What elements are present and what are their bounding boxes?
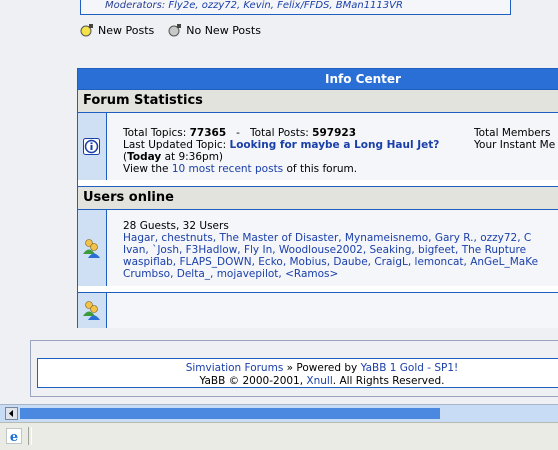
total-posts-value: 597923 xyxy=(312,127,357,139)
new-posts-icon xyxy=(80,24,93,37)
page-footer: Simviation Forums » Powered by YaBB 1 Go… xyxy=(37,358,558,388)
empty-icon-cell xyxy=(78,292,107,328)
no-new-posts-icon xyxy=(168,24,182,37)
stats-totals: Total Topics: 77365 - Total Posts: 59792… xyxy=(123,127,357,139)
recent-posts-row: View the 10 most recent posts of this fo… xyxy=(123,163,358,175)
users-online-heading: Users online xyxy=(78,186,558,209)
users-online-content: 28 Guests, 32 Users Hagar, chestnuts, Th… xyxy=(107,209,558,286)
users-online-summary: 28 Guests, 32 Users xyxy=(123,220,229,232)
users-online-icon xyxy=(83,239,100,258)
online-users-line-1[interactable]: Hagar, chestnuts, The Master of Disaster… xyxy=(123,232,531,244)
total-members-label: Total Members xyxy=(474,127,551,139)
scrollbar-thumb[interactable] xyxy=(20,408,440,419)
scroll-left-button[interactable] xyxy=(5,407,18,420)
moderators-bar: Moderators: Fly2e, ozzy72, Kevin, Felix/… xyxy=(80,0,511,15)
online-users-line-3[interactable]: waspiflab, FLAPS_DOWN, Ecko, Mobius, Dau… xyxy=(123,256,538,268)
forum-statistics-heading: Forum Statistics xyxy=(78,89,558,112)
online-users-line-2[interactable]: Ivan, `Josh, F3Hadlow, Fly In, Woodlouse… xyxy=(123,244,526,256)
last-updated-topic-link[interactable]: Looking for maybe a Long Haul Jet? xyxy=(230,139,440,151)
total-topics-value: 77365 xyxy=(189,127,227,139)
recent-posts-link[interactable]: 10 most recent posts xyxy=(172,163,283,175)
forum-statistics-content: Total Topics: 77365 - Total Posts: 59792… xyxy=(107,112,558,180)
status-separator xyxy=(28,427,32,445)
horizontal-scrollbar[interactable] xyxy=(0,404,558,422)
moderators-label: Moderators: xyxy=(105,0,166,11)
info-icon xyxy=(83,138,100,155)
stats-icon-cell xyxy=(78,112,107,180)
yabb-link[interactable]: YaBB 1 Gold - SP1! xyxy=(361,362,459,374)
post-legend: New Posts No New Posts xyxy=(80,22,261,40)
users-online-icon xyxy=(83,301,100,320)
instant-messages-label: Your Instant Me xyxy=(474,139,556,151)
info-center-title: Info Center xyxy=(78,69,558,89)
new-posts-label: New Posts xyxy=(98,24,155,37)
status-bar: e xyxy=(0,422,558,450)
arrow-left-icon xyxy=(9,410,13,417)
last-updated-time: (Today at 9:36pm) xyxy=(123,151,224,163)
moderator-links[interactable]: Fly2e, ozzy72, Kevin, Felix/FFDS, BMan11… xyxy=(168,0,403,11)
last-updated-row: Last Updated Topic: Looking for maybe a … xyxy=(123,139,440,151)
empty-content-row xyxy=(107,292,558,328)
online-users-line-4[interactable]: Crumbso, Delta_, mojavepilot, <Ramos> xyxy=(123,268,338,280)
forum-home-link[interactable]: Simviation Forums xyxy=(186,362,284,374)
info-center: Info Center Forum Statistics Total Topic… xyxy=(77,68,558,328)
xnull-link[interactable]: Xnull xyxy=(306,375,332,387)
no-new-posts-label: No New Posts xyxy=(186,24,261,37)
users-icon-cell xyxy=(78,209,107,286)
svg-text:e: e xyxy=(10,430,18,444)
internet-explorer-icon: e xyxy=(6,428,22,444)
